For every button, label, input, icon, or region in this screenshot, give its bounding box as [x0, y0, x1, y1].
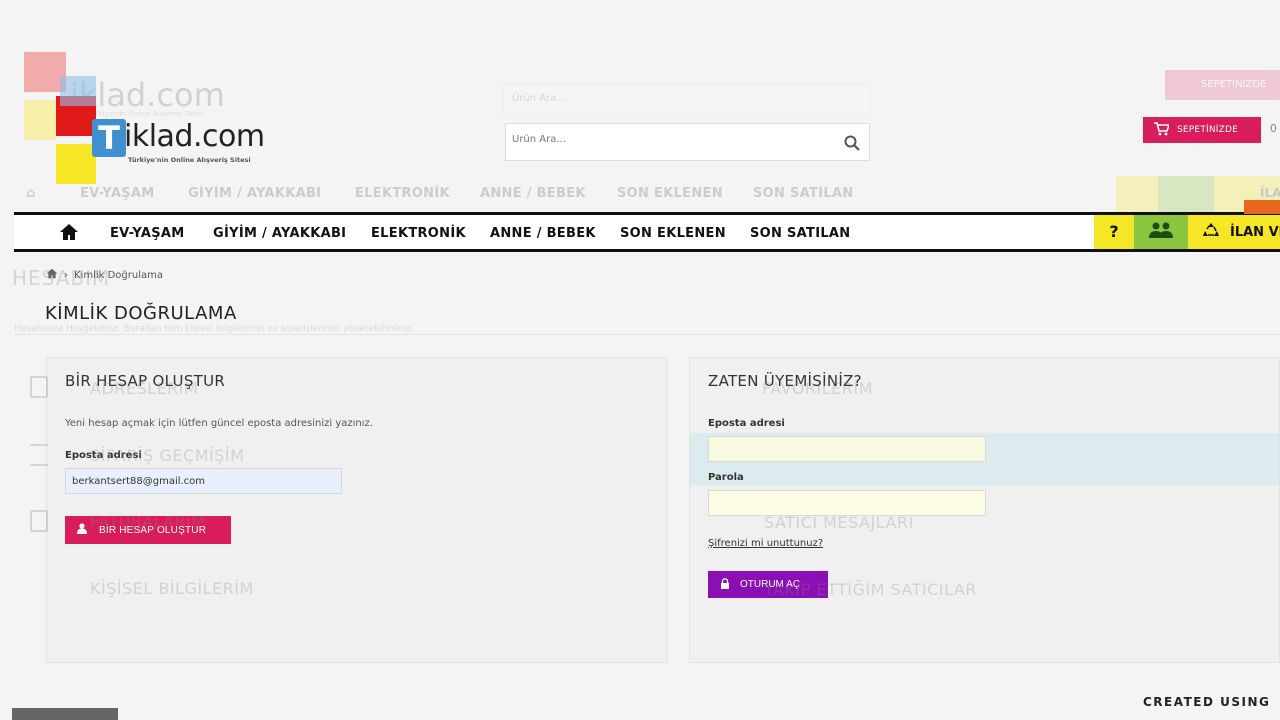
login-email-field[interactable]: [708, 436, 986, 462]
ghost-nav-item: SON SATILAN: [753, 186, 854, 201]
ghost-users-box: [1158, 176, 1214, 212]
logo-square-yellow: [24, 100, 56, 140]
logo-initial: T: [92, 119, 126, 157]
page-title: KİMLİK DOĞRULAMA: [45, 303, 237, 324]
help-button[interactable]: ?: [1094, 215, 1134, 249]
breadcrumb-current: Kimlik Doğrulama: [74, 269, 163, 281]
breadcrumb-separator: ›: [64, 269, 68, 281]
ghost-invoice-icon: [30, 510, 48, 532]
nav-item-anne-bebek[interactable]: ANNE / BEBEK: [490, 226, 596, 241]
nav-item-ev-yasam[interactable]: EV-YAŞAM: [110, 226, 184, 241]
nav-item-giyim[interactable]: GİYİM / AYAKKABI: [213, 226, 346, 241]
create-account-panel: BİR HESAP OLUŞTUR Yeni hesap açmak için …: [46, 357, 668, 663]
logo-text[interactable]: iklad.com: [124, 119, 265, 154]
ghost-nav-item: ELEKTRONİK: [355, 186, 450, 201]
create-account-description: Yeni hesap açmak için lütfen güncel epos…: [65, 418, 373, 429]
ghost-sidebar-item: SİPARİŞ GEÇMİŞİM: [90, 446, 245, 465]
ghost-sidebar-item: FAVORİLERİM: [762, 379, 873, 398]
ghost-sidebar-item: SATICI MESAJLARI: [764, 513, 914, 532]
ilan-ver-button[interactable]: İLAN VER: [1188, 215, 1280, 249]
logo-square-yellow-main: [56, 144, 96, 184]
created-using-label: CREATED USING: [1143, 695, 1271, 709]
ghost-search-box: Ürün Ara...: [503, 84, 871, 114]
ghost-search-placeholder: Ürün Ara...: [512, 93, 566, 104]
breadcrumb: › Kimlik Doğrulama: [46, 268, 163, 282]
login-email-label: Eposta adresi: [708, 418, 785, 429]
ghost-nav-item: SON EKLENEN: [617, 186, 723, 201]
forgot-password-link[interactable]: Şifrenizi mi unuttunuz?: [708, 538, 823, 549]
search-icon[interactable]: [843, 134, 861, 152]
home-icon[interactable]: [59, 223, 79, 241]
ghost-nav-item: GİYİM / AYAKKABI: [188, 186, 322, 201]
nav-item-son-satilan[interactable]: SON SATILAN: [750, 226, 850, 241]
ghost-cart-button: SEPETİNİZDE: [1165, 70, 1280, 100]
ghost-home-icon: ⌂: [26, 186, 36, 201]
title-divider: [14, 334, 1280, 335]
breadcrumb-home-icon[interactable]: [46, 268, 58, 282]
ghost-sidebar-item: ADRESLERİM: [90, 379, 199, 398]
ghost-sidebar-item: TAKİP ETTİĞİM SATICILAR: [764, 580, 977, 599]
nav-item-elektronik[interactable]: ELEKTRONİK: [371, 226, 466, 241]
ghost-sidebar-item: KİŞİSEL BİLGİLERİM: [90, 579, 254, 598]
ghost-address-icon: [30, 376, 48, 398]
ghost-logo-tagline: Türkiye'nin Online Alışveriş Sitesi: [88, 110, 204, 118]
ghost-nav: ⌂ EV-YAŞAM GİYİM / AYAKKABI ELEKTRONİK A…: [14, 176, 1280, 212]
ghost-page-subtitle: Hesabınıza Hoşgeldiniz. Buradan tüm kişi…: [14, 324, 414, 334]
lock-icon: [720, 577, 730, 592]
cart-button[interactable]: SEPETİNİZDE: [1143, 117, 1261, 143]
users-icon: [1149, 221, 1173, 243]
footer-back-button[interactable]: [12, 708, 118, 720]
nav-item-son-eklenen[interactable]: SON EKLENEN: [620, 226, 726, 241]
ghost-nav-item: ANNE / BEBEK: [480, 186, 586, 201]
cart-count: 0: [1270, 122, 1277, 135]
login-panel: ZATEN ÜYEMİSİNİZ? Eposta adresi Parola Ş…: [689, 357, 1280, 663]
search-input[interactable]: [512, 134, 832, 145]
users-button[interactable]: [1134, 215, 1188, 249]
logo-tagline: Türkiye'nin Online Alışveriş Sitesi: [128, 156, 251, 164]
cart-label: SEPETİNİZDE: [1177, 125, 1239, 135]
recycle-icon: [1202, 221, 1220, 243]
login-password-label: Parola: [708, 472, 744, 483]
user-icon: [77, 523, 87, 537]
ghost-list-icon: [30, 444, 48, 466]
logo-square-blue-ghost: [60, 76, 96, 106]
ghost-help-box: [1116, 176, 1158, 212]
ghost-nav-item: EV-YAŞAM: [80, 186, 155, 201]
nav-badge: [1244, 200, 1280, 214]
main-nav: EV-YAŞAM GİYİM / AYAKKABI ELEKTRONİK ANN…: [14, 212, 1280, 252]
search-box: [505, 123, 870, 161]
create-email-field[interactable]: [65, 468, 342, 494]
ghost-sidebar-item: FATURALARIM: [90, 512, 206, 531]
ilan-ver-label: İLAN VER: [1230, 224, 1280, 240]
cart-icon: [1153, 121, 1171, 139]
